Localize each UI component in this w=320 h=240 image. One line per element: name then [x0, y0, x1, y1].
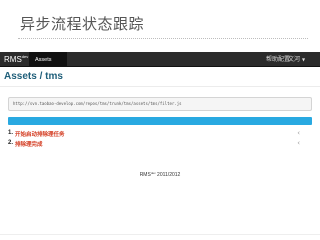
chevron-left-icon[interactable]: ‹: [297, 129, 300, 137]
brand-name: RMS: [4, 55, 22, 64]
list-item[interactable]: 2. 排除理完成 ‹: [8, 139, 312, 150]
list-item[interactable]: 1. 开始启动排除理任务 ‹: [8, 129, 312, 140]
footer-brand: RMS: [139, 172, 151, 178]
url-code-box: http://svn.taobao-develop.com/repos/tms/…: [8, 97, 312, 111]
page-heading: Assets / tms: [4, 71, 63, 82]
progress-bar: [8, 117, 312, 125]
brand-superscript: dev: [21, 54, 29, 59]
nav-tab-assets[interactable]: Assets: [29, 52, 67, 67]
url-text: http://svn.taobao-develop.com/repos/tms/…: [13, 101, 182, 106]
brand-logo[interactable]: RMSdev: [4, 54, 28, 64]
slide-title: 异步流程状态跟踪: [20, 15, 145, 33]
step-number: 1.: [8, 130, 14, 136]
nav-link-settings[interactable]: 帮助配置: [266, 54, 290, 63]
title-divider: [18, 38, 308, 39]
slide-bottom-divider: [0, 234, 320, 235]
nav-link-user[interactable]: 文河 ▼: [288, 54, 305, 63]
footer-year: 2011/2012: [157, 172, 181, 178]
heading-divider: [0, 86, 320, 87]
chevron-left-icon[interactable]: ‹: [297, 139, 300, 147]
footer: RMSdev 2011/2012: [0, 171, 320, 178]
caret-down-icon: ▼: [302, 57, 306, 62]
step-number: 2.: [8, 140, 14, 146]
step-label: 开始启动排除理任务: [15, 132, 65, 138]
footer-brand-superscript: dev: [150, 171, 156, 175]
nav-link-user-label: 文河: [288, 56, 301, 63]
top-navbar: RMSdev Assets 帮助配置 文河 ▼: [0, 52, 320, 67]
step-label: 排除理完成: [15, 142, 43, 148]
